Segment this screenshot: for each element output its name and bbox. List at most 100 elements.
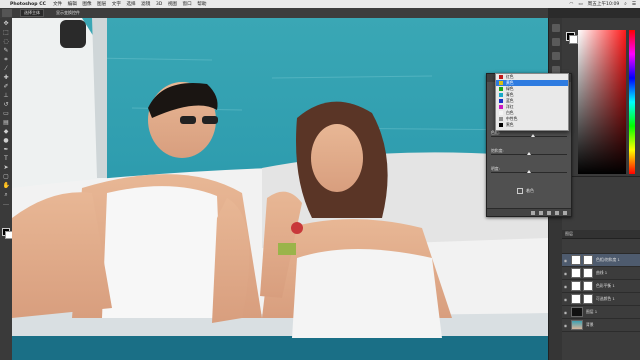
layer-row[interactable]: ◉ 可选颜色 1	[562, 293, 640, 306]
layer-row[interactable]: ◉ 色彩平衡 1	[562, 280, 640, 293]
visibility-eye-icon[interactable]: ◉	[562, 284, 569, 289]
reset-icon[interactable]	[547, 210, 551, 215]
visibility-eye-icon[interactable]: ◉	[562, 271, 569, 276]
layer-thumbnail	[571, 320, 583, 330]
layer-row[interactable]: ◉ 曲线 1	[562, 267, 640, 280]
menu-image[interactable]: 图像	[82, 1, 91, 7]
lasso-tool-icon[interactable]: ◌	[3, 38, 10, 45]
visibility-eye-icon[interactable]: ◉	[562, 310, 569, 315]
layer-row[interactable]: ◉ 图层 1	[562, 306, 640, 319]
blur-tool-icon[interactable]: ◆	[3, 128, 10, 135]
select-subject-button[interactable]: 选择主体	[20, 9, 44, 17]
menu-filter[interactable]: 滤镜	[141, 1, 150, 7]
menu-layer[interactable]: 图层	[97, 1, 106, 7]
menu-file[interactable]: 文件	[53, 1, 62, 7]
lightness-slider[interactable]: 明度:	[491, 166, 567, 176]
search-icon[interactable]: ⌕	[624, 1, 627, 7]
document-canvas[interactable]	[12, 18, 548, 360]
type-tool-icon[interactable]: T	[3, 155, 10, 162]
layer-row[interactable]: ◉ 色相/饱和度 1	[562, 254, 640, 267]
move-tool-preset[interactable]	[2, 9, 12, 17]
menu-edit[interactable]: 编辑	[68, 1, 77, 7]
layer-mask-thumbnail[interactable]	[571, 307, 583, 317]
delete-icon[interactable]	[563, 210, 567, 215]
layer-mask-thumbnail[interactable]	[583, 255, 593, 265]
color-swatch	[499, 81, 503, 85]
color-swatch	[499, 117, 503, 121]
slider-knob[interactable]	[527, 170, 531, 173]
color-swatch	[499, 93, 503, 97]
layer-name: 图层 1	[586, 309, 598, 314]
path-select-tool-icon[interactable]: ➤	[3, 164, 10, 171]
visibility-eye-icon[interactable]: ◉	[562, 297, 569, 302]
color-panel-background[interactable]	[569, 35, 578, 44]
view-previous-icon[interactable]	[539, 210, 543, 215]
history-panel-icon[interactable]	[552, 24, 560, 32]
menu-view[interactable]: 视图	[168, 1, 177, 7]
colorize-checkbox[interactable]: 着色	[517, 188, 534, 194]
visibility-icon[interactable]	[555, 210, 559, 215]
eraser-tool-icon[interactable]: ▭	[3, 110, 10, 117]
history-brush-icon[interactable]: ↺	[3, 101, 10, 108]
clip-to-layer-icon[interactable]	[531, 210, 535, 215]
more-tools-icon[interactable]: …	[3, 200, 10, 207]
dropdown-item[interactable]: 黑色	[496, 122, 568, 128]
slider-track[interactable]	[491, 136, 567, 137]
dodge-tool-icon[interactable]: ●	[3, 137, 10, 144]
properties-panel-icon[interactable]	[552, 38, 560, 46]
menu-type[interactable]: 文字	[112, 1, 121, 7]
color-swatch	[499, 87, 503, 91]
color-swatch	[499, 123, 503, 127]
visibility-eye-icon[interactable]: ◉	[562, 258, 569, 263]
color-field[interactable]	[578, 30, 626, 174]
layers-controls	[562, 239, 640, 254]
color-swatch	[499, 111, 503, 115]
properties-footer	[487, 208, 571, 216]
crop-tool-icon[interactable]: ⌗	[3, 56, 10, 63]
layer-mask-thumbnail[interactable]	[583, 294, 593, 304]
layers-panel-title[interactable]: 图层	[562, 230, 640, 239]
layer-name: 色相/饱和度 1	[596, 257, 620, 262]
menu-window[interactable]: 窗口	[183, 1, 192, 7]
move-tool-icon[interactable]: ✥	[3, 20, 10, 27]
checkbox-box[interactable]	[517, 188, 523, 194]
menu-bar: Photoshop CC 文件 编辑 图像 图层 文字 选择 滤镜 3D 视图 …	[0, 0, 640, 8]
list-icon[interactable]: ☰	[632, 2, 636, 7]
app-name[interactable]: Photoshop CC	[10, 2, 46, 7]
show-transform-controls-checkbox[interactable]: 显示变换控件	[56, 10, 80, 16]
clock[interactable]: 周五上午10:09	[588, 1, 620, 7]
layer-name: 色彩平衡 1	[596, 283, 615, 288]
gradient-tool-icon[interactable]: ▤	[3, 119, 10, 126]
visibility-eye-icon[interactable]: ◉	[562, 323, 569, 328]
layer-name: 曲线 1	[596, 270, 608, 275]
color-swatch	[499, 75, 503, 79]
zoom-tool-icon[interactable]: ⌕	[3, 191, 10, 198]
eyedropper-tool-icon[interactable]: ⁄	[3, 65, 10, 72]
menu-help[interactable]: 帮助	[197, 1, 206, 7]
pen-tool-icon[interactable]: ✒	[3, 146, 10, 153]
slider-knob[interactable]	[530, 134, 535, 137]
hue-adjust-slider[interactable]: 色相:	[491, 130, 567, 140]
stamp-tool-icon[interactable]: ⊥	[3, 92, 10, 99]
layer-thumbnail	[571, 294, 581, 304]
menu-select[interactable]: 选择	[126, 1, 135, 7]
healing-tool-icon[interactable]: ✚	[3, 74, 10, 81]
hand-tool-icon[interactable]: ✋	[3, 182, 10, 189]
layer-row[interactable]: ◉ 背景	[562, 319, 640, 332]
marquee-tool-icon[interactable]: ⬚	[3, 29, 10, 36]
adjustments-panel-icon[interactable]	[552, 52, 560, 60]
layer-name: 背景	[586, 322, 594, 327]
battery-icon[interactable]: ▭	[578, 2, 582, 7]
brush-tool-icon[interactable]: ✐	[3, 83, 10, 90]
menu-3d[interactable]: 3D	[156, 2, 162, 7]
photo-image	[12, 18, 548, 360]
shape-tool-icon[interactable]: ▢	[3, 173, 10, 180]
color-range-dropdown[interactable]: 红色 黄色 绿色 青色 蓝色 洋红 白色 中性色 黑色	[495, 73, 569, 131]
wifi-icon[interactable]: ◠	[569, 2, 573, 7]
slider-knob[interactable]	[527, 152, 531, 155]
quick-select-tool-icon[interactable]: ✎	[3, 47, 10, 54]
hue-slider[interactable]	[629, 30, 635, 174]
layer-mask-thumbnail[interactable]	[583, 268, 593, 278]
saturation-slider[interactable]: 饱和度:	[491, 148, 567, 158]
layer-mask-thumbnail[interactable]	[583, 281, 593, 291]
